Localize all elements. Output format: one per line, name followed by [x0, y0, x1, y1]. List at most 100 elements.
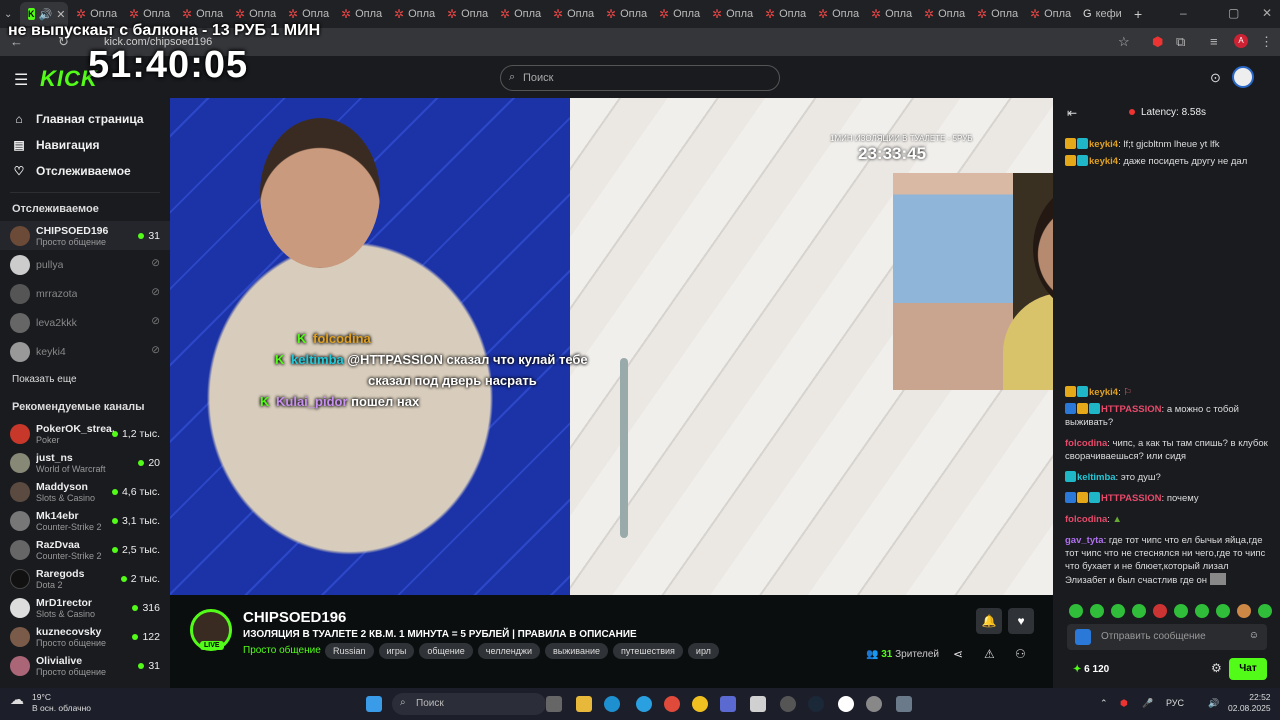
emote-icon[interactable]: [1174, 604, 1188, 618]
calculator-icon[interactable]: [896, 696, 912, 712]
chat-user[interactable]: folcodina: [1065, 514, 1107, 525]
follow-heart-button[interactable]: ♥: [1008, 608, 1034, 634]
telegram-icon[interactable]: [636, 696, 652, 712]
emote-icon[interactable]: [1111, 604, 1125, 618]
tab-donate[interactable]: ✲ Опла: [863, 2, 916, 26]
stream-category[interactable]: Просто общение: [243, 645, 321, 656]
tab-donate[interactable]: ✲ Опла: [492, 2, 545, 26]
following-item-keyki4[interactable]: keyki4 ⊘: [0, 337, 170, 366]
notification-bell-button[interactable]: 🔔: [976, 608, 1002, 634]
tray-chevron-icon[interactable]: ⌃: [1100, 698, 1108, 709]
following-item-chipsoed196[interactable]: CHIPSOED196 Просто общение 31: [0, 221, 170, 250]
tab-donate[interactable]: ✲ Опла: [704, 2, 757, 26]
chat-message-input[interactable]: Отправить сообщение ☺: [1067, 624, 1267, 650]
user-avatar[interactable]: [1232, 66, 1254, 88]
chat-user[interactable]: folcodina: [1065, 438, 1107, 449]
recommended-item[interactable]: Olivialive Просто общение 31: [0, 651, 170, 680]
emote-icon[interactable]: [1069, 604, 1083, 618]
extension-shield-icon[interactable]: ⬢: [1152, 34, 1163, 50]
tag[interactable]: ирл: [687, 643, 719, 659]
task-view-icon[interactable]: [546, 696, 562, 712]
language-indicator[interactable]: РУС: [1166, 698, 1184, 708]
recommended-item[interactable]: RazDvaa Counter-Strike 2 2,5 тыс.: [0, 535, 170, 564]
channel-points[interactable]: ✦ 6 120: [1073, 664, 1109, 675]
extensions-puzzle-icon[interactable]: ⧉: [1176, 34, 1185, 50]
streamer-name[interactable]: CHIPSOED196: [243, 609, 346, 626]
chart-app-icon[interactable]: [720, 696, 736, 712]
taskbar-search[interactable]: ⌕ Поиск: [392, 693, 546, 715]
emote-icon[interactable]: [1237, 604, 1251, 618]
tab-donate[interactable]: ✲ Опла: [545, 2, 598, 26]
browser-menu-icon[interactable]: ⋮: [1260, 34, 1273, 50]
yandex-browser-icon[interactable]: [838, 696, 854, 712]
command-icon[interactable]: [1075, 629, 1091, 645]
chat-send-button[interactable]: Чат: [1229, 658, 1267, 680]
chat-user[interactable]: keltimba: [1077, 472, 1116, 483]
nav-home[interactable]: ⌂ Главная страница: [0, 106, 170, 132]
tag[interactable]: игры: [378, 643, 415, 659]
tray-app-icon[interactable]: ⬢: [1120, 698, 1128, 709]
steam-icon[interactable]: [808, 696, 824, 712]
tab-donate[interactable]: ✲ Опла: [439, 2, 492, 26]
emote-icon[interactable]: [1216, 604, 1230, 618]
chat-user[interactable]: HTTPASSION: [1101, 493, 1162, 504]
tab-donate[interactable]: ✲ Опла: [598, 2, 651, 26]
weather-widget[interactable]: ☁ 19°C В осн. облачно: [10, 692, 91, 714]
bookmark-star-icon[interactable]: ☆: [1118, 34, 1130, 50]
minimize-window-button[interactable]: –: [1180, 6, 1187, 20]
volume-icon[interactable]: 🔊: [1208, 698, 1219, 709]
maximize-window-button[interactable]: ▢: [1228, 6, 1239, 20]
tag[interactable]: общение: [419, 643, 473, 659]
recommended-item[interactable]: Maddyson Slots & Casino 4,6 тыс.: [0, 477, 170, 506]
close-window-button[interactable]: ✕: [1262, 6, 1272, 20]
notifications-icon[interactable]: ⊙: [1210, 70, 1221, 86]
tag[interactable]: выживание: [544, 643, 608, 659]
emote-icon[interactable]: [1090, 604, 1104, 618]
new-tab-button[interactable]: +: [1134, 6, 1142, 22]
tag[interactable]: челленджи: [477, 643, 540, 659]
tab-donate[interactable]: ✲ Опла: [969, 2, 1022, 26]
recommended-item[interactable]: PokerOK_strea... Poker 1,2 тыс.: [0, 419, 170, 448]
microphone-icon[interactable]: 🎤: [1142, 698, 1153, 709]
nav-following[interactable]: ♡ Отслеживаемое: [0, 158, 170, 184]
edge-icon[interactable]: [604, 696, 620, 712]
emote-icon[interactable]: [1195, 604, 1209, 618]
tab-donate[interactable]: ✲ Опла: [333, 2, 386, 26]
tab-donate[interactable]: ✲ Опла: [916, 2, 969, 26]
chat-user[interactable]: HTTPASSION: [1101, 404, 1162, 415]
recommended-item[interactable]: MrD1rector Slots & Casino 316: [0, 593, 170, 622]
emote-icon[interactable]: [1153, 604, 1167, 618]
chat-user[interactable]: gav_tyta: [1065, 535, 1104, 546]
tab-donate[interactable]: ✲ Опла: [651, 2, 704, 26]
tab-list-icon[interactable]: ⌄: [4, 9, 20, 20]
recommended-item[interactable]: just_ns World of Warcraft 20: [0, 448, 170, 477]
hamburger-menu-icon[interactable]: ☰: [14, 70, 28, 90]
share-icon[interactable]: ⋖: [953, 647, 963, 661]
reading-list-icon[interactable]: ≡: [1210, 34, 1218, 49]
profile-card-icon[interactable]: ⚇: [1015, 647, 1026, 661]
chat-user[interactable]: keyki4: [1089, 387, 1118, 398]
search-input[interactable]: ⌕ Поиск: [500, 65, 780, 91]
emote-icon[interactable]: [1258, 604, 1272, 618]
tab-donate[interactable]: ✲ Опла: [810, 2, 863, 26]
tag[interactable]: путешествия: [612, 643, 683, 659]
chat-user[interactable]: keyki4: [1089, 156, 1118, 167]
chat-settings-icon[interactable]: ⚙: [1211, 661, 1222, 675]
nav-browse[interactable]: ▤ Навигация: [0, 132, 170, 158]
settings-icon[interactable]: [866, 696, 882, 712]
chat-user[interactable]: keyki4: [1089, 139, 1118, 150]
report-icon[interactable]: ⚠: [984, 647, 995, 661]
app-icon[interactable]: [692, 696, 708, 712]
chrome-icon[interactable]: [664, 696, 680, 712]
system-clock[interactable]: 22:52 02.08.2025: [1228, 692, 1271, 714]
following-item-mrrazota[interactable]: mrrazota ⊘: [0, 279, 170, 308]
profile-icon[interactable]: A: [1234, 34, 1248, 48]
recommended-item[interactable]: Mk14ebr Counter-Strike 2 3,1 тыс.: [0, 506, 170, 535]
recorder-icon[interactable]: [780, 696, 796, 712]
tab-donate[interactable]: ✲ Опла: [386, 2, 439, 26]
start-menu-icon[interactable]: [366, 696, 382, 712]
following-item-pullya[interactable]: pullya ⊘: [0, 250, 170, 279]
collapse-chat-icon[interactable]: ⇤: [1067, 106, 1077, 120]
close-tab-icon[interactable]: ✕: [56, 8, 65, 21]
emoji-icon[interactable]: ☺: [1249, 630, 1259, 641]
